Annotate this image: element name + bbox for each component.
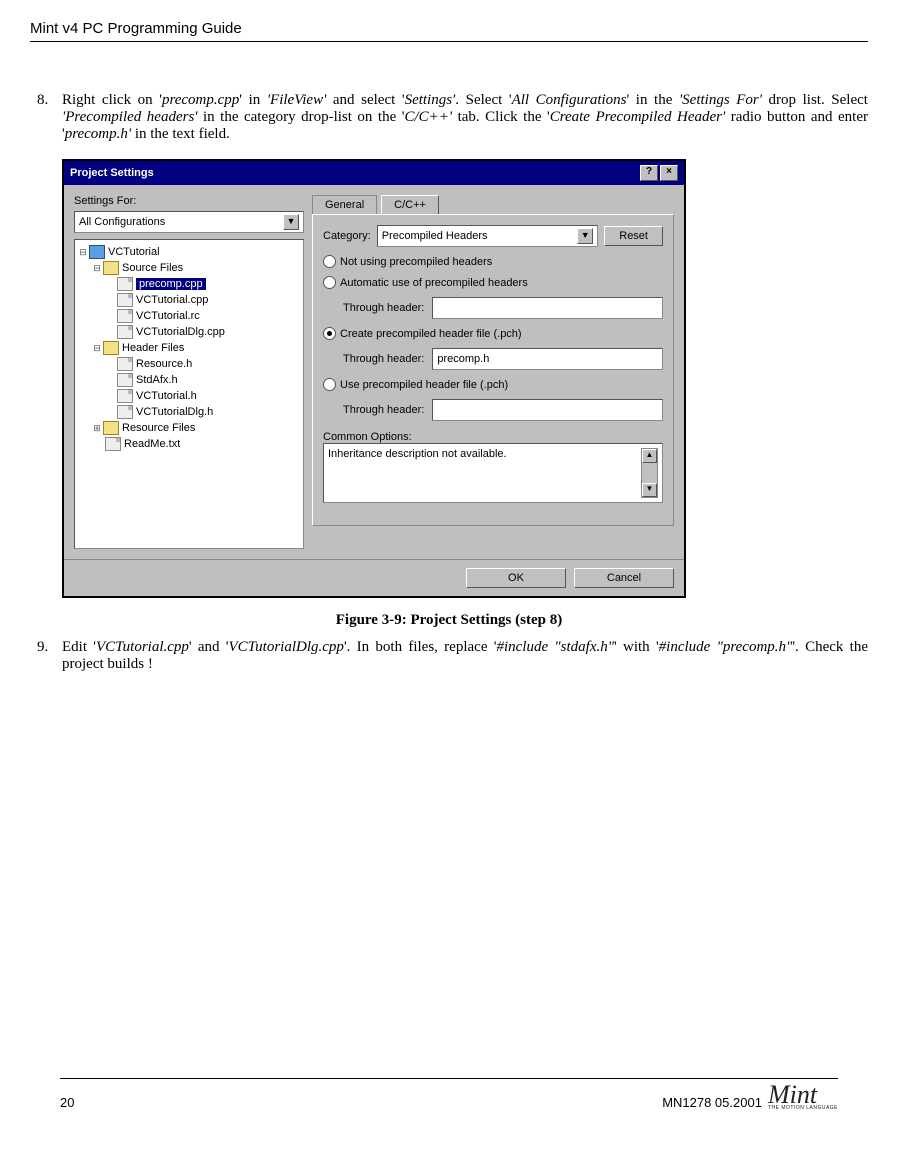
close-icon[interactable]: × <box>660 165 678 181</box>
footer-code: MN1278 05.2001 <box>662 1095 762 1110</box>
mint-logo: Mint THE MOTION LANGUAGE <box>768 1085 838 1110</box>
tree-sel-precomp[interactable]: precomp.cpp <box>136 278 206 290</box>
opt-use[interactable]: Use precompiled header file (.pch) <box>323 378 663 391</box>
opt-auto[interactable]: Automatic use of precompiled headers <box>323 276 663 289</box>
opt-create[interactable]: Create precompiled header file (.pch) <box>323 327 663 340</box>
category-label: Category: <box>323 230 371 242</box>
through-create-input[interactable]: precomp.h <box>432 348 663 370</box>
settings-for-label: Settings For: <box>74 195 304 207</box>
tab-ccpp[interactable]: C/C++ <box>381 195 439 214</box>
page-footer: 20 MN1278 05.2001 Mint THE MOTION LANGUA… <box>60 1078 838 1110</box>
page-number: 20 <box>60 1095 74 1110</box>
help-icon[interactable]: ? <box>640 165 658 181</box>
through-use-input <box>432 399 663 421</box>
chevron-down-icon[interactable]: ▼ <box>577 228 593 244</box>
step-9: Edit 'VCTutorial.cpp' and 'VCTutorialDlg… <box>52 639 868 673</box>
cancel-button[interactable]: Cancel <box>574 568 674 588</box>
through-auto-input <box>432 297 663 319</box>
common-options-label: Common Options: <box>323 431 663 443</box>
doc-header: Mint v4 PC Programming Guide <box>30 20 868 42</box>
reset-button[interactable]: Reset <box>604 226 663 246</box>
scrollbar[interactable]: ▲▼ <box>641 448 658 498</box>
step-8: Right click on 'precomp.cpp' in 'FileVie… <box>52 92 868 143</box>
tab-general[interactable]: General <box>312 195 377 214</box>
chevron-down-icon[interactable]: ▼ <box>283 214 299 230</box>
dialog-titlebar: Project Settings ? × <box>64 161 684 185</box>
figure-caption: Figure 3-9: Project Settings (step 8) <box>30 612 868 629</box>
project-settings-dialog: Project Settings ? × Settings For: All C… <box>62 159 686 598</box>
dialog-title: Project Settings <box>70 167 154 179</box>
opt-not-using[interactable]: Not using precompiled headers <box>323 255 663 268</box>
project-tree[interactable]: ⊟VCTutorial ⊟Source Files precomp.cpp VC… <box>74 239 304 549</box>
settings-for-combo[interactable]: All Configurations▼ <box>74 211 304 233</box>
common-options-box: Inheritance description not available. ▲… <box>323 443 663 503</box>
category-combo[interactable]: Precompiled Headers▼ <box>377 225 599 247</box>
ok-button[interactable]: OK <box>466 568 566 588</box>
